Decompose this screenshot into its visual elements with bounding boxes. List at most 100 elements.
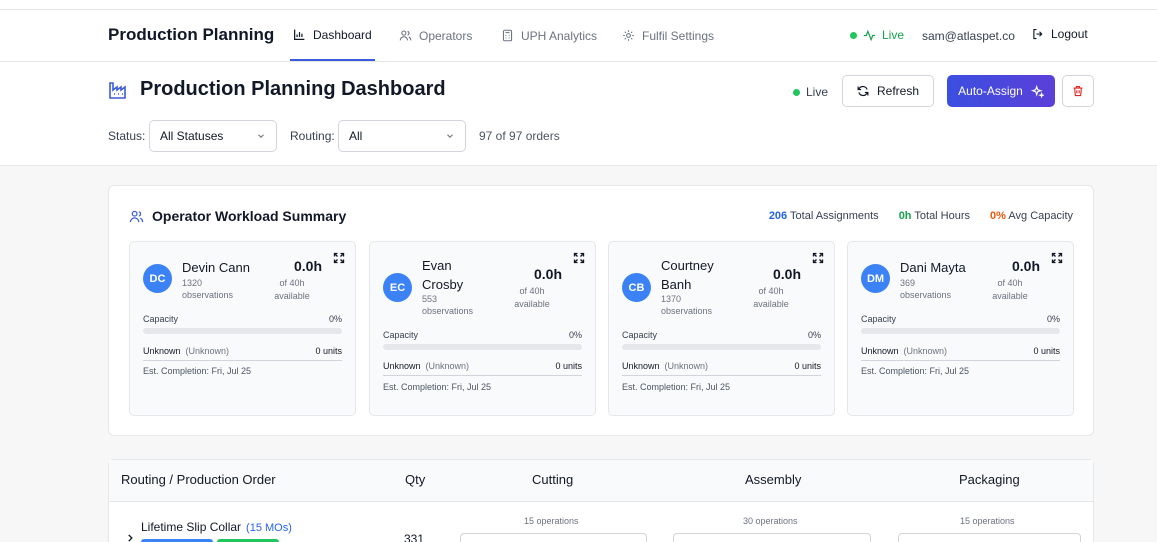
- capacity-bar: [861, 328, 1060, 334]
- workcenter-label: Unknown (Unknown): [143, 346, 229, 356]
- logout-icon: [1033, 28, 1043, 40]
- routing-select[interactable]: All: [338, 120, 466, 152]
- hours-of: of 40h: [519, 286, 545, 296]
- operator-name: Devin Cann: [182, 260, 250, 275]
- capacity-bar: [622, 344, 821, 350]
- expand-icon[interactable]: [573, 252, 585, 264]
- live-indicator-header: Live: [793, 85, 828, 99]
- status-select-value: All Statuses: [160, 129, 224, 143]
- capacity-percent: 0%: [328, 314, 342, 324]
- operator-card[interactable]: CB Courtney Banh 1370 observations 0.0h …: [608, 241, 835, 416]
- chevron-right-icon[interactable]: [125, 533, 135, 542]
- observations-label: observations: [422, 306, 474, 316]
- operator-name: Evan Crosby: [422, 258, 464, 292]
- cutting-operator-select[interactable]: [460, 533, 647, 542]
- hours-available: available: [992, 291, 1028, 301]
- units-count: 0 units: [1033, 346, 1060, 356]
- trash-icon: [1073, 85, 1083, 97]
- stat-hours-label: Total Hours: [914, 210, 971, 222]
- col-header-routing: Routing / Production Order: [121, 472, 276, 487]
- operator-hours: 0.0h: [533, 266, 562, 282]
- avatar: DM: [861, 264, 890, 293]
- capacity-percent: 0%: [568, 330, 582, 340]
- observations-label: observations: [182, 290, 234, 300]
- status-filter-label: Status:: [108, 129, 146, 143]
- nav-fulfil-settings-label: Fulfil Settings: [642, 28, 715, 43]
- col-header-qty: Qty: [405, 472, 426, 487]
- observations-label: observations: [900, 290, 952, 300]
- hours-of: of 40h: [279, 278, 305, 288]
- workcenter-sub: (Unknown): [425, 361, 470, 371]
- workcenter-name: Unknown: [861, 346, 899, 356]
- live-indicator-nav: Live: [850, 28, 904, 42]
- auto-assign-label: Auto-Assign: [958, 84, 1023, 98]
- live-dot-icon: [850, 31, 857, 39]
- routing-name-text: Lifetime Slip Collar: [141, 520, 242, 534]
- expand-icon[interactable]: [812, 252, 824, 264]
- workcenter-label: Unknown (Unknown): [622, 361, 708, 371]
- workcenter-sub: (Unknown): [185, 346, 230, 356]
- operator-card[interactable]: EC Evan Crosby 553 observations 0.0h of …: [369, 241, 596, 416]
- live-label-nav: Live: [882, 28, 905, 42]
- operator-workload-panel: Operator Workload Summary 206 Total Assi…: [108, 185, 1094, 436]
- activity-icon: [863, 29, 876, 41]
- avatar: CB: [622, 273, 651, 302]
- assembly-operator-select[interactable]: [673, 533, 871, 542]
- operator-card[interactable]: DM Dani Mayta 369 observations 0.0h of 4…: [847, 241, 1074, 416]
- page-header: Production Planning Dashboard Live Refre…: [0, 62, 1157, 166]
- users-icon: [129, 210, 144, 222]
- operator-hours: 0.0h: [1011, 258, 1040, 274]
- logout-label: Logout: [1051, 27, 1088, 41]
- auto-assign-button[interactable]: Auto-Assign: [947, 75, 1055, 107]
- stat-assignments-value: 206: [768, 210, 788, 222]
- top-strip: [0, 0, 1157, 10]
- stat-capacity-value: 0%: [990, 210, 1006, 222]
- refresh-button[interactable]: Refresh: [842, 75, 934, 107]
- units-count: 0 units: [794, 361, 821, 371]
- operator-hours: 0.0h: [772, 266, 801, 282]
- workcenter-name: Unknown: [383, 361, 421, 371]
- status-select[interactable]: All Statuses: [149, 120, 277, 152]
- capacity-bar: [383, 344, 582, 350]
- gear-icon: [623, 30, 634, 41]
- nav-operators[interactable]: Operators: [399, 10, 472, 61]
- nav-dashboard[interactable]: Dashboard: [290, 10, 375, 61]
- col-header-assembly: Assembly: [745, 472, 802, 487]
- expand-icon[interactable]: [1051, 252, 1063, 264]
- stat-avg-capacity: 0% Avg Capacity: [990, 210, 1073, 222]
- est-completion: Est. Completion: Fri, Jul 25: [861, 366, 970, 376]
- assembly-ops-count: 30 operations: [743, 516, 798, 526]
- workcenter-label: Unknown (Unknown): [383, 361, 469, 371]
- app-brand[interactable]: Production Planning: [108, 25, 274, 45]
- workcenter-label: Unknown (Unknown): [861, 346, 947, 356]
- operator-name: Dani Mayta: [900, 260, 966, 275]
- refresh-label: Refresh: [876, 84, 920, 98]
- capacity-label: Capacity: [622, 330, 658, 340]
- nav-operators-label: Operators: [419, 28, 473, 43]
- workcenter-sub: (Unknown): [903, 346, 948, 356]
- production-orders-table: Routing / Production Order Qty Cutting A…: [108, 459, 1094, 542]
- logout-button[interactable]: Logout: [1032, 27, 1088, 41]
- operator-card[interactable]: DC Devin Cann 1320 observations 0.0h of …: [129, 241, 356, 416]
- operator-name: Courtney Banh: [661, 258, 714, 292]
- nav-fulfil-settings[interactable]: Fulfil Settings: [622, 10, 714, 61]
- stat-assignments-label: Total Assignments: [790, 210, 879, 222]
- stat-total-hours: 0h Total Hours: [899, 210, 970, 222]
- packaging-operator-select[interactable]: [898, 533, 1081, 542]
- refresh-icon: [857, 85, 869, 97]
- live-dot-icon: [793, 88, 800, 96]
- hours-of: of 40h: [997, 278, 1023, 288]
- mo-count[interactable]: (15 MOs): [246, 522, 292, 534]
- avatar: EC: [383, 273, 412, 302]
- table-header: Routing / Production Order Qty Cutting A…: [109, 460, 1093, 502]
- chevron-down-icon: [447, 134, 453, 139]
- nav-uph-analytics[interactable]: UPH Analytics: [501, 10, 597, 61]
- nav-dashboard-label: Dashboard: [313, 27, 372, 42]
- delete-button[interactable]: [1062, 75, 1094, 107]
- capacity-percent: 0%: [1046, 314, 1060, 324]
- expand-icon[interactable]: [333, 252, 345, 264]
- nav-uph-analytics-label: UPH Analytics: [521, 28, 598, 43]
- live-label-header: Live: [806, 85, 829, 99]
- workload-stats: 206 Total Assignments 0h Total Hours 0% …: [769, 210, 1073, 222]
- hours-available: available: [514, 299, 550, 309]
